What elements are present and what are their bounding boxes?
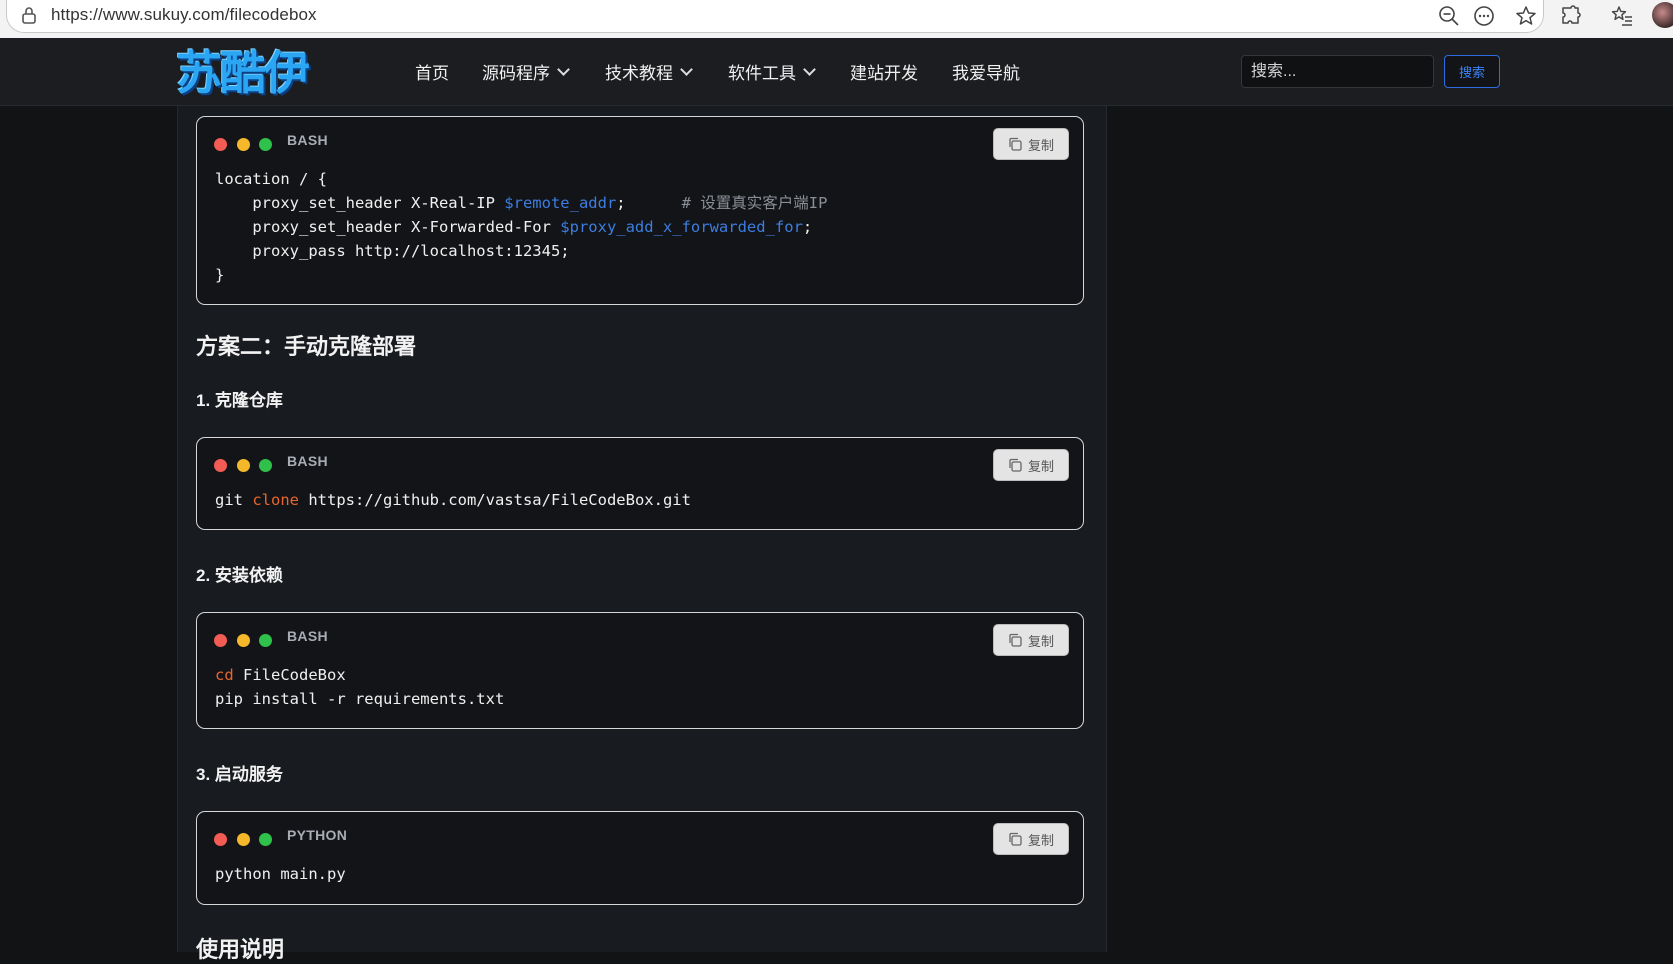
copy-label: 复制 [1027, 832, 1054, 848]
code-variable: $proxy_add_x_forwarded_for [560, 218, 803, 236]
code-line: git clone https://github.com/vastsa/File… [215, 491, 691, 509]
copy-icon [1009, 832, 1022, 846]
code-block-run: PYTHON 复制 python main.py [196, 811, 1084, 905]
address-bar[interactable]: https://www.sukuy.com/filecodebox [6, 0, 1544, 33]
code-text: git [215, 491, 253, 509]
copy-label: 复制 [1027, 458, 1054, 474]
code-line: location / { [215, 170, 327, 188]
site-logo[interactable]: 苏酷伊 [176, 44, 310, 102]
code-language-label: BASH [287, 132, 328, 148]
copy-label: 复制 [1027, 633, 1054, 649]
nav-item-label: 建站开发 [850, 64, 918, 83]
code-text: https://github.com/vastsa/FileCodeBox.gi… [299, 491, 691, 509]
nav-item-source-code[interactable]: 源码程序 [482, 38, 570, 105]
window-dot-red [214, 833, 227, 846]
browser-toolbar: https://www.sukuy.com/filecodebox [0, 0, 1673, 39]
code-line: cd FileCodeBox [215, 666, 346, 684]
extensions-icon[interactable] [1559, 4, 1583, 28]
code-keyword: clone [252, 491, 299, 509]
chevron-down-icon [680, 62, 693, 76]
window-dot-green [259, 138, 272, 151]
chevron-down-icon [557, 62, 570, 76]
window-dot-yellow [237, 833, 250, 846]
nav-item-software-tools[interactable]: 软件工具 [728, 38, 816, 105]
lock-icon[interactable] [21, 6, 37, 24]
copy-icon [1009, 633, 1022, 647]
nav-item-label: 技术教程 [605, 64, 673, 83]
nav-item-label: 我爱导航 [952, 64, 1020, 83]
favorite-star-icon[interactable] [1514, 4, 1538, 28]
nav-item-navigation[interactable]: 我爱导航 [952, 38, 1020, 105]
window-dot-red [214, 459, 227, 472]
code-text: ; [616, 194, 682, 212]
search-button[interactable]: 搜索 [1444, 55, 1500, 88]
chevron-down-icon [803, 62, 816, 76]
code-language-label: PYTHON [287, 827, 348, 843]
nav-item-home[interactable]: 首页 [415, 38, 449, 105]
more-icon[interactable] [1472, 4, 1496, 28]
nav-item-tutorials[interactable]: 技术教程 [605, 38, 693, 105]
copy-button[interactable]: 复制 [993, 823, 1069, 855]
nav-item-site-dev[interactable]: 建站开发 [850, 38, 918, 105]
nav-item-label: 源码程序 [482, 64, 550, 83]
zoom-out-icon[interactable] [1437, 4, 1461, 28]
window-dot-red [214, 634, 227, 647]
code-line: proxy_pass http://localhost:12345; [215, 242, 570, 260]
window-dot-green [259, 634, 272, 647]
step-heading: 1. 克隆仓库 [196, 391, 283, 410]
window-dot-yellow [237, 634, 250, 647]
code-keyword: cd [215, 666, 234, 684]
nav-item-label: 软件工具 [728, 64, 796, 83]
step-heading: 3. 启动服务 [196, 765, 283, 784]
favorites-list-icon[interactable] [1610, 4, 1634, 28]
code-text: proxy_set_header X-Real-IP [215, 194, 505, 212]
code-line: python main.py [215, 865, 346, 883]
site-header: 苏酷伊 首页 源码程序 技术教程 软件工具 建站开发 我爱导航 搜索 [0, 38, 1673, 106]
nav-item-label: 首页 [415, 64, 449, 83]
code-comment: # 设置真实客户端IP [681, 194, 828, 212]
code-text: FileCodeBox [233, 666, 346, 684]
window-dot-green [259, 833, 272, 846]
code-block-nginx: BASH 复制 location / { proxy_set_header X-… [196, 116, 1084, 305]
copy-label: 复制 [1027, 137, 1054, 153]
code-line: } [215, 266, 225, 284]
code-content: git clone https://github.com/vastsa/File… [215, 488, 691, 512]
code-content: location / { proxy_set_header X-Real-IP … [215, 167, 827, 287]
copy-button[interactable]: 复制 [993, 128, 1069, 160]
profile-avatar[interactable] [1652, 2, 1673, 28]
code-text: proxy_set_header X-Forwarded-For [215, 218, 561, 236]
window-dot-yellow [237, 138, 250, 151]
code-text: ; [802, 218, 813, 236]
address-url[interactable]: https://www.sukuy.com/filecodebox [51, 5, 317, 25]
code-block-deps: BASH 复制 cd FileCodeBox pip install -r re… [196, 612, 1084, 729]
code-line: proxy_set_header X-Real-IP $remote_addr;… [215, 194, 827, 212]
code-content: python main.py [215, 862, 346, 886]
copy-button[interactable]: 复制 [993, 449, 1069, 481]
step-heading: 2. 安装依赖 [196, 566, 283, 585]
copy-icon [1009, 458, 1022, 472]
code-language-label: BASH [287, 453, 328, 469]
code-language-label: BASH [287, 628, 328, 644]
code-content: cd FileCodeBox pip install -r requiremen… [215, 663, 504, 711]
code-line: pip install -r requirements.txt [215, 690, 505, 708]
code-variable: $remote_addr [504, 194, 617, 212]
search-input[interactable] [1241, 55, 1434, 88]
window-dot-green [259, 459, 272, 472]
copy-icon [1009, 137, 1022, 151]
section-heading: 方案二：手动克隆部署 [196, 334, 417, 359]
code-block-clone: BASH 复制 git clone https://github.com/vas… [196, 437, 1084, 530]
copy-button[interactable]: 复制 [993, 624, 1069, 656]
code-line: proxy_set_header X-Forwarded-For $proxy_… [215, 218, 812, 236]
window-dot-yellow [237, 459, 250, 472]
section-heading: 使用说明 [196, 937, 285, 962]
window-dot-red [214, 138, 227, 151]
